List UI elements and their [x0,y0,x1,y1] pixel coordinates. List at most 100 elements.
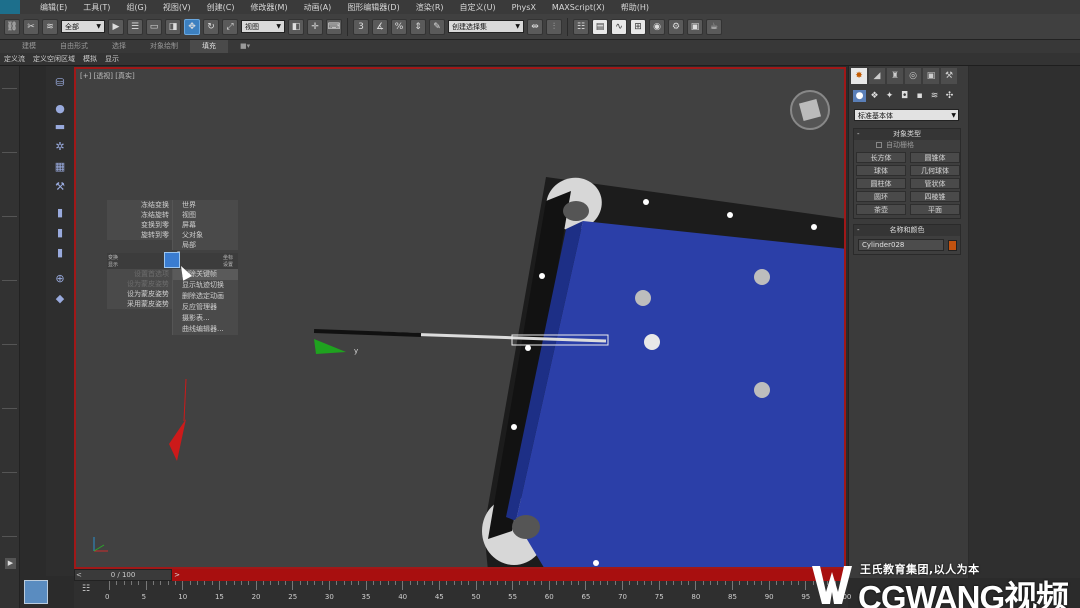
menu-tools[interactable]: 工具(T) [75,2,118,13]
quad-item[interactable]: 设为蒙皮姿势 [107,279,172,289]
curve-editor-icon[interactable]: ∿ [611,18,627,35]
menu-group[interactable]: 组(G) [118,2,154,13]
quad-item[interactable]: 显示轨迹切换 [173,280,238,291]
mirror-icon[interactable]: ⇹ [527,18,543,35]
tab-freeform[interactable]: 自由形式 [48,40,100,53]
select-scale-icon[interactable]: ⤢ [222,18,238,35]
motion-tab-icon[interactable]: ◎ [905,68,921,84]
select-by-name-icon[interactable]: ☰ [127,18,143,35]
pyramid-button[interactable]: 四棱锥 [910,191,960,202]
menu-physx[interactable]: PhysX [504,3,544,12]
quad-item[interactable]: 曲线编辑器... [173,324,238,335]
utilities-tab-icon[interactable]: ⚒ [941,68,957,84]
quad-item[interactable]: 屏幕 [173,220,238,230]
tab-object-paint[interactable]: 对象绘制 [138,40,190,53]
quad-item[interactable]: 设为蒙皮姿势 [107,289,172,299]
next-frame-icon[interactable]: > [174,570,180,580]
systems-icon[interactable]: ✣ [943,90,956,102]
geometry-icon[interactable]: ● [853,90,866,102]
select-manipulate-icon[interactable]: ✛ [307,18,323,35]
box-stack-icon[interactable]: ▦ [52,158,68,174]
quad-menu-center-icon[interactable] [164,252,180,268]
quad-item[interactable]: 父对象 [173,230,238,240]
box-button[interactable]: 长方体 [856,152,906,163]
select-rotate-icon[interactable]: ↻ [203,18,219,35]
scene-explorer-icon[interactable]: ⛁ [52,74,68,90]
menu-create[interactable]: 创建(C) [199,2,243,13]
expand-arrow-icon[interactable]: ▶ [5,558,16,569]
quad-item[interactable]: 摄影表... [173,313,238,324]
select-move-icon[interactable]: ✥ [184,18,200,35]
cylinder-icon[interactable]: ▬ [52,118,68,134]
cube-icon[interactable]: ◆ [52,290,68,306]
quad-item[interactable]: 反应管理器 [173,302,238,313]
quad-item[interactable]: 局部 [173,240,238,250]
app-logo-icon[interactable] [0,0,20,14]
menu-maxscript[interactable]: MAXScript(X) [544,3,613,12]
cylinder-button[interactable]: 圆柱体 [856,178,906,189]
modify-tab-icon[interactable]: ◢ [869,68,885,84]
subtab-define-idle-areas[interactable]: 定义空闲区域 [29,54,79,64]
hierarchy-tab-icon[interactable]: ♜ [887,68,903,84]
object-name-field[interactable]: Cylinder028 [858,239,944,251]
shapes-icon[interactable]: ❖ [868,90,881,102]
time-slider-track[interactable]: < 0 / 100 > [74,569,848,581]
plane-button[interactable]: 平面 [910,204,960,215]
sphere-icon[interactable]: ● [52,100,68,116]
window-crossing-icon[interactable]: ◨ [165,18,181,35]
particle-icon[interactable]: ✲ [52,138,68,154]
quad-item[interactable]: 视图 [173,210,238,220]
torus-button[interactable]: 圆环 [856,191,906,202]
render-production-icon[interactable]: ☕ [706,18,722,35]
quad-item[interactable]: 旋转到零 [107,230,172,240]
tube-button[interactable]: 管状体 [910,178,960,189]
tab-populate[interactable]: 填充 [190,40,228,53]
sphere-button[interactable]: 球体 [856,165,906,176]
rollout-header[interactable]: - 对象类型 [854,129,960,140]
percent-snap-icon[interactable]: % [391,18,407,35]
autogrid-checkbox[interactable]: 自动栅格 [854,140,960,150]
menu-rendering[interactable]: 渲染(R) [408,2,452,13]
toggle-ribbon-icon[interactable]: ▤ [592,18,608,35]
align-icon[interactable]: ⫶ [546,18,562,35]
spinner-snap-icon[interactable]: ⇕ [410,18,426,35]
keyboard-shortcut-icon[interactable]: ⌨ [326,18,342,35]
cone-button[interactable]: 圆锥体 [910,152,960,163]
primitive-type-select[interactable]: 标准基本体 ▼ [854,109,959,121]
layer-manager-icon[interactable]: ☷ [573,18,589,35]
rect-select-region-icon[interactable]: ▭ [146,18,162,35]
snap-toggle-icon[interactable]: 3 [353,18,369,35]
mini-listener-icon[interactable] [24,580,48,604]
quad-item[interactable]: 冻结变换 [107,200,172,210]
edit-named-selection-icon[interactable]: ✎ [429,18,445,35]
rendered-frame-window-icon[interactable]: ▣ [687,18,703,35]
spacewarps-icon[interactable]: ≋ [928,90,941,102]
quad-item[interactable]: 设置首选项 [107,269,172,279]
geosphere-button[interactable]: 几何球体 [910,165,960,176]
ribbon-options-icon[interactable]: ■▾ [228,40,262,53]
angle-snap-icon[interactable]: ∡ [372,18,388,35]
helpers-icon[interactable]: ▪ [913,90,926,102]
quad-item[interactable]: 采用蒙皮姿势 [107,299,172,309]
create-tab-icon[interactable]: ✸ [851,68,867,84]
object-color-swatch[interactable] [948,239,957,251]
subtab-define-flows[interactable]: 定义流 [0,54,29,64]
key-filter-icon[interactable]: ☷ [82,584,90,594]
unlink-icon[interactable]: ✂ [23,18,39,35]
time-slider[interactable]: < 0 / 100 > [74,569,180,581]
teapot-button[interactable]: 茶壶 [856,204,906,215]
bind-spacewarp-icon[interactable]: ≋ [42,18,58,35]
quad-item[interactable]: 变换到零 [107,220,172,230]
selection-filter-select[interactable]: 全部 ▼ [61,20,105,33]
quad-item[interactable]: 冻结旋转 [107,210,172,220]
material-editor-icon[interactable]: ◉ [649,18,665,35]
link-icon[interactable]: ⛓ [4,18,20,35]
menu-edit[interactable]: 编辑(E) [32,2,75,13]
film-icon-2[interactable]: ▮ [52,224,68,240]
reference-coord-select[interactable]: 视图 ▼ [241,20,285,33]
track-bar[interactable]: 0 5 10 15 20 25 30 35 40 45 50 55 60 65 70 75 80 85 90 95 10… [74,581,851,608]
display-tab-icon[interactable]: ▣ [923,68,939,84]
menu-view[interactable]: 视图(V) [155,2,199,13]
select-object-icon[interactable]: ▶ [108,18,124,35]
film-icon-1[interactable]: ▮ [52,204,68,220]
